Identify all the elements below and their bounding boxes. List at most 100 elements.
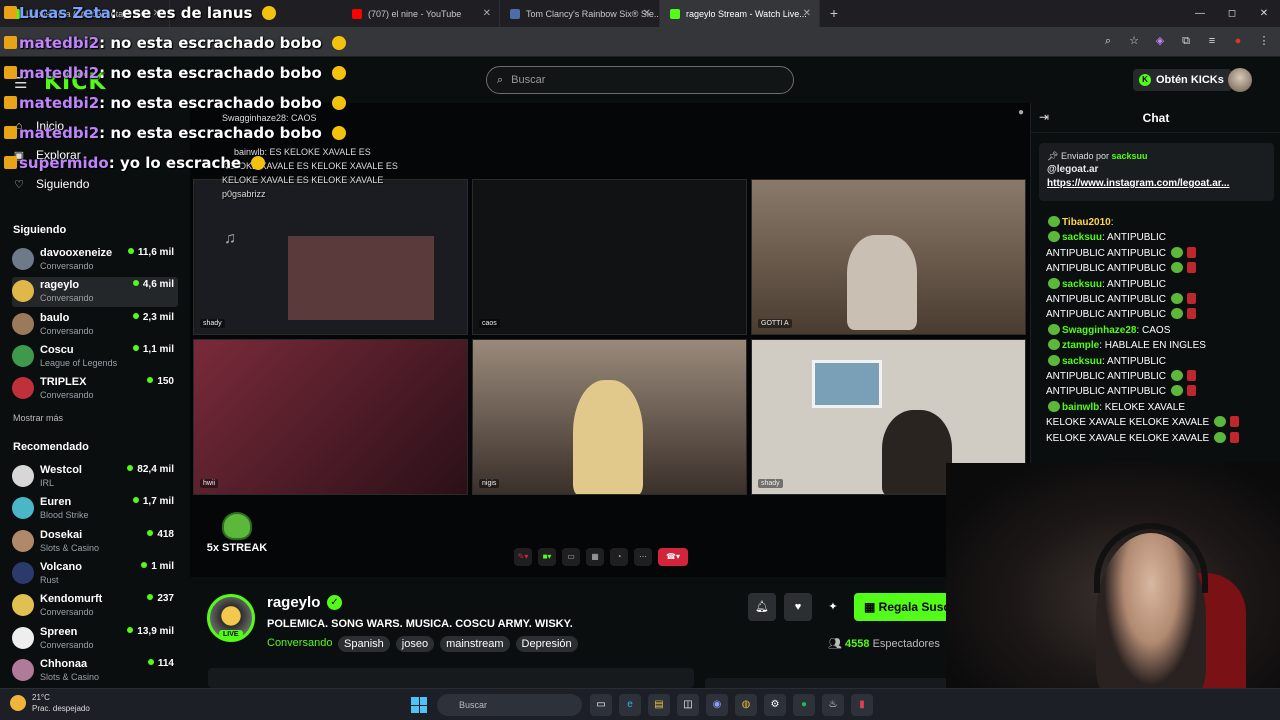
- sidebar-item-siguiendo[interactable]: ♡ Siguiendo: [12, 177, 182, 191]
- grid-view-icon[interactable]: ▦: [586, 548, 604, 566]
- chrome-icon[interactable]: ◍: [735, 694, 757, 716]
- discord-icon[interactable]: ◉: [706, 694, 728, 716]
- avatar: [12, 377, 34, 400]
- close-window-button[interactable]: ✕: [1248, 0, 1280, 27]
- steam-icon[interactable]: ♨: [822, 694, 844, 716]
- tag[interactable]: joseo: [395, 636, 435, 652]
- chat-badge-icon: [1048, 216, 1060, 227]
- microphone-icon[interactable]: ✎▾: [514, 548, 532, 566]
- sidebar-channel-triplex[interactable]: TRIPLEX Conversando 150: [12, 374, 178, 404]
- red-emote-icon: [1186, 385, 1196, 397]
- more-options-icon[interactable]: ●: [1018, 107, 1024, 118]
- chat-username[interactable]: sacksuu: [1062, 279, 1102, 290]
- tag[interactable]: Spanish: [338, 636, 390, 652]
- pinned-by-user[interactable]: sacksuu: [1112, 151, 1148, 161]
- close-icon[interactable]: ✕: [803, 8, 811, 19]
- sidebar-channel-spreen[interactable]: Spreen Conversando 13,9 mil: [12, 624, 178, 654]
- follow-button[interactable]: ♥: [784, 593, 812, 621]
- browser-menu-icon[interactable]: ⋮: [1256, 33, 1272, 49]
- profile-avatar-icon[interactable]: ●: [1230, 33, 1246, 49]
- overlay-chat-text: : no esta escrachado bobo: [99, 94, 322, 112]
- get-kicks-button[interactable]: K Obtén KICKs: [1133, 69, 1232, 91]
- screen-share-icon[interactable]: ▭: [562, 548, 580, 566]
- sidebar-channel-baulo[interactable]: baulo Conversando 2,3 mil: [12, 310, 178, 340]
- chat-badge-icon: [1048, 231, 1060, 243]
- sidebar-channel-coscu[interactable]: Coscu League of Legends 1,1 mil: [12, 342, 178, 372]
- media-controls-icon[interactable]: ≡: [1204, 33, 1220, 49]
- avatar[interactable]: [1228, 68, 1252, 92]
- minimize-button[interactable]: —: [1184, 0, 1216, 27]
- channel-name: Coscu: [40, 343, 74, 356]
- video-player[interactable]: ♫ shady caos GOTTI A hwii nigis shady Sw…: [190, 103, 1030, 577]
- extensions-puzzle-icon[interactable]: ⧉: [1178, 33, 1194, 49]
- tag[interactable]: mainstream: [440, 636, 510, 652]
- end-call-button[interactable]: ☎▾: [658, 548, 688, 566]
- rainbow-six-favicon-icon: [510, 8, 520, 19]
- chat-text: KELOKE XAVALE KELOKE XAVALE: [1046, 432, 1210, 444]
- search-input[interactable]: ⌕ Buscar: [486, 66, 794, 94]
- avatar: [12, 626, 34, 649]
- camera-icon[interactable]: ■▾: [538, 548, 556, 566]
- tile-label: caos: [479, 319, 500, 328]
- sidebar-channel-euren[interactable]: Euren Blood Strike 1,7 mil: [12, 494, 178, 524]
- channel-category: Slots & Casino: [40, 542, 100, 553]
- maximize-button[interactable]: ◻: [1216, 0, 1248, 27]
- overlay-chat-user: Lucas Zeta: [19, 4, 111, 22]
- app-icon[interactable]: ▮: [851, 694, 873, 716]
- chat-bubble-icon[interactable]: ◔: [610, 548, 628, 566]
- sidebar-channel-kendomurft[interactable]: Kendomurft Conversando 237: [12, 591, 178, 621]
- extension-icon[interactable]: ◈: [1152, 33, 1168, 49]
- video-tile: caos: [472, 179, 747, 335]
- tab-rainbow-six[interactable]: Tom Clancy's Rainbow Six® Sie... ✕: [500, 0, 660, 27]
- chat-username[interactable]: bainwlb: [1062, 402, 1099, 413]
- sidebar-channel-rageylo[interactable]: rageylo Conversando 4,6 mil: [12, 277, 178, 308]
- weather-widget[interactable]: 21°C Prac. despejado: [10, 692, 90, 714]
- sidebar-channel-davooxeneize[interactable]: davooxeneize Conversando 11,6 mil: [12, 245, 178, 275]
- chat-username[interactable]: sacksuu: [1062, 356, 1102, 367]
- sidebar-channel-chhonaa[interactable]: Chhonaa Slots & Casino 114: [12, 656, 178, 686]
- tab-youtube[interactable]: (707) el nine - YouTube ✕: [342, 0, 500, 27]
- taskbar-search[interactable]: Buscar: [437, 694, 582, 716]
- red-emote-icon: [1186, 262, 1196, 274]
- windows-start-icon[interactable]: [411, 697, 427, 713]
- bookmark-star-icon[interactable]: ☆: [1126, 33, 1142, 49]
- channel-name: Spreen: [40, 625, 78, 638]
- overlay-chat-line: matedbi2: no esta escrachado bobo: [4, 64, 346, 82]
- get-kicks-label: Obtén KICKs: [1156, 74, 1224, 86]
- avatar: [12, 497, 34, 520]
- gift-subs-button[interactable]: ▦ Regala Suscripciones: [854, 593, 954, 621]
- pinned-link[interactable]: https://www.instagram.com/legoat.ar...: [1047, 178, 1229, 189]
- store-icon[interactable]: ◫: [677, 694, 699, 716]
- viewer-count: 11,6 mil: [128, 247, 174, 258]
- taskbar-apps: ▭ e ▤ ◫ ◉ ◍ ⚙ ● ♨ ▮: [590, 694, 873, 716]
- notification-bell-button[interactable]: 🔔︎: [748, 593, 776, 621]
- show-more-link[interactable]: Mostrar más: [13, 413, 63, 423]
- new-tab-button[interactable]: +: [820, 0, 848, 27]
- chat-username[interactable]: ztample: [1062, 340, 1099, 351]
- stream-category[interactable]: Conversando: [267, 637, 332, 649]
- file-explorer-icon[interactable]: ▤: [648, 694, 670, 716]
- sidebar-channel-westcol[interactable]: Westcol IRL 82,4 mil: [12, 462, 178, 492]
- chat-username[interactable]: Swagginhaze28: [1062, 325, 1136, 336]
- more-icon[interactable]: ⋯: [634, 548, 652, 566]
- chat-header: ⇥ Chat: [1031, 103, 1280, 133]
- edge-icon[interactable]: e: [619, 694, 641, 716]
- chat-username[interactable]: sacksuu: [1062, 232, 1102, 243]
- steam-client-icon[interactable]: ⚙: [764, 694, 786, 716]
- search-icon: ⌕: [497, 73, 504, 86]
- chat-text: : ANTIPUBLIC: [1102, 232, 1166, 244]
- sidebar-channel-volcano[interactable]: Volcano Rust 1 mil: [12, 559, 178, 589]
- close-icon[interactable]: ✕: [643, 8, 651, 19]
- task-view-icon[interactable]: ▭: [590, 694, 612, 716]
- tab-rageylo[interactable]: rageylo Stream - Watch Live... ✕: [660, 0, 820, 27]
- channel-name[interactable]: rageylo: [267, 594, 320, 611]
- tag[interactable]: Depresión: [515, 636, 578, 652]
- close-icon[interactable]: ✕: [483, 8, 491, 19]
- zoom-icon[interactable]: ⌕: [1100, 33, 1116, 49]
- sparkle-button[interactable]: ✦: [819, 593, 847, 621]
- viewers-icon: 👥︎: [828, 638, 846, 650]
- sidebar-channel-dosekai[interactable]: Dosekai Slots & Casino 418: [12, 527, 178, 557]
- chat-username[interactable]: Tibau2010: [1062, 217, 1111, 228]
- spotify-icon[interactable]: ●: [793, 694, 815, 716]
- channel-category: Conversando: [40, 390, 94, 401]
